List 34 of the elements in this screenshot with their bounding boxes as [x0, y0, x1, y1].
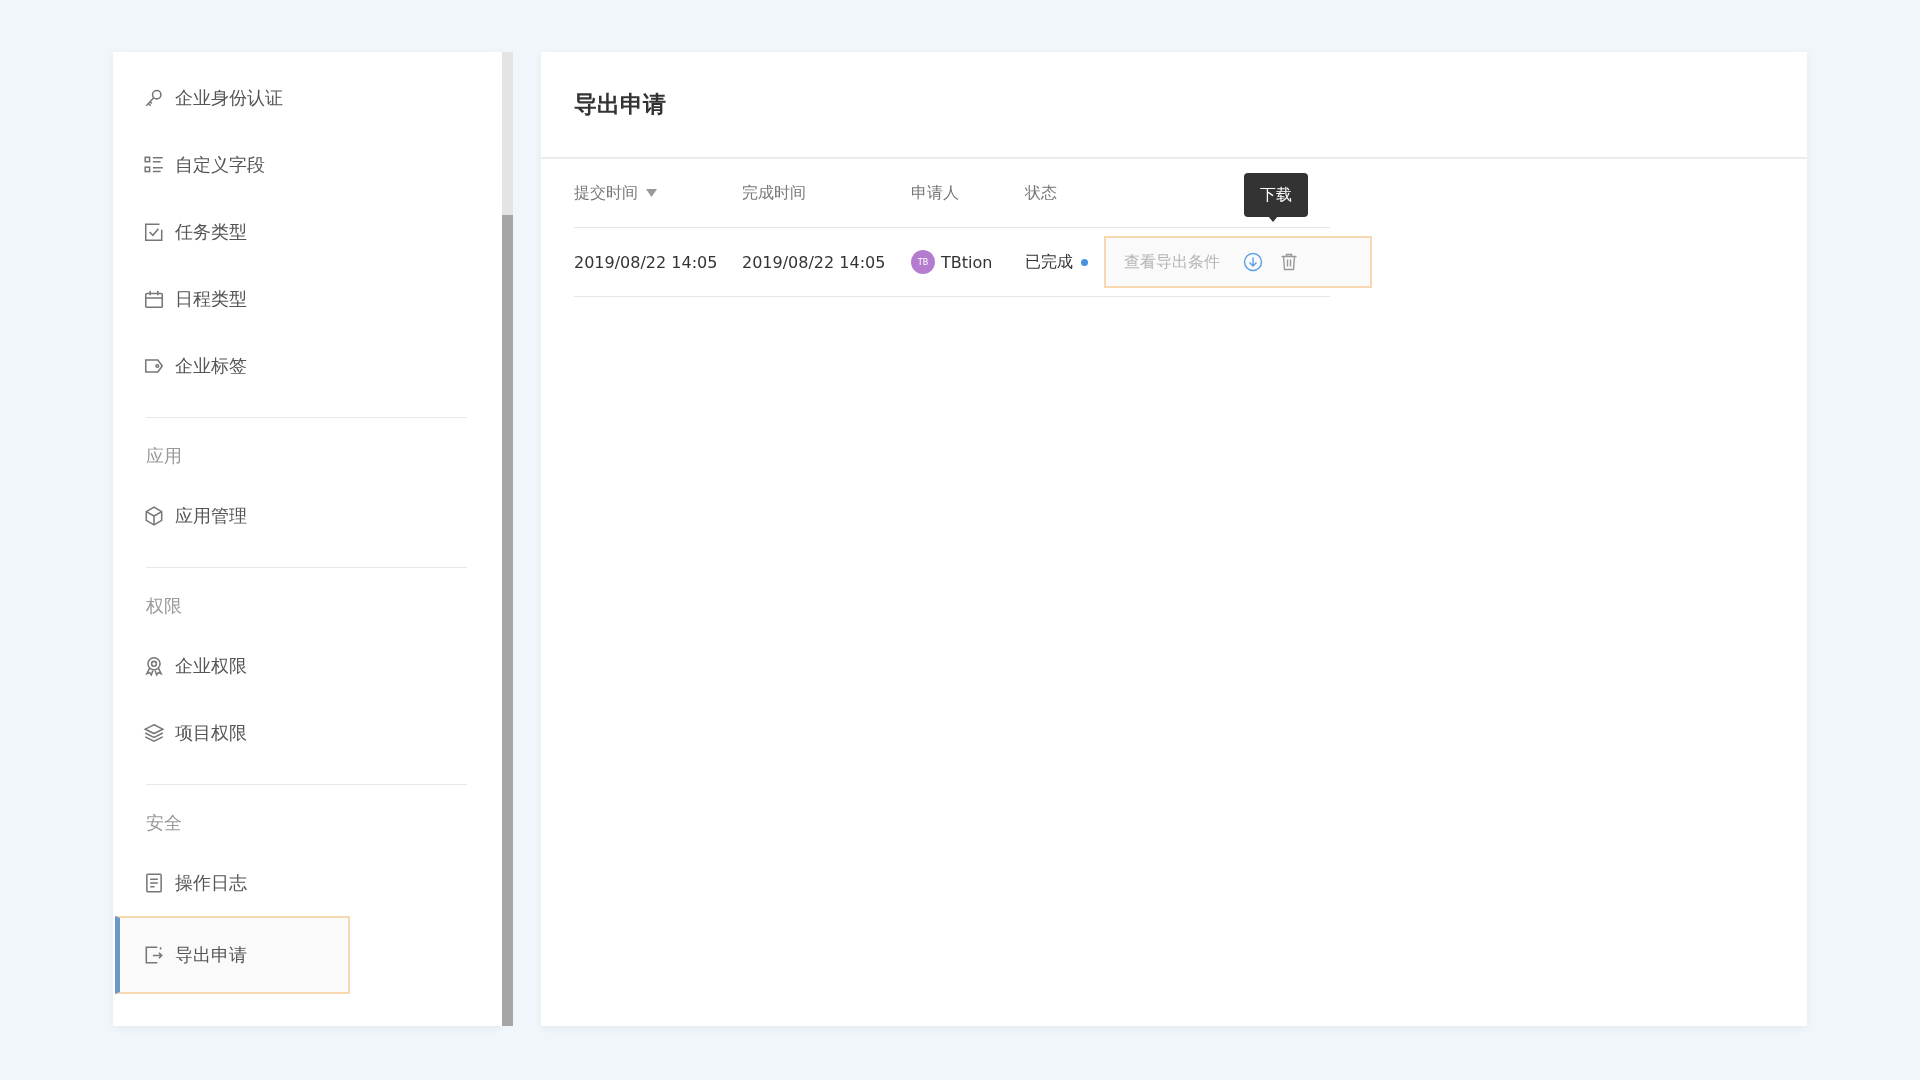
- table-cell-text: 2019/08/22 14:05: [574, 252, 719, 272]
- column-header[interactable]: 申请人: [911, 182, 1025, 204]
- section-title: 安全: [146, 812, 182, 833]
- sidebar-item[interactable]: 项目权限: [113, 699, 348, 766]
- status-dot: [1081, 258, 1088, 266]
- download-button[interactable]: [1242, 251, 1264, 273]
- avatar: TB: [911, 250, 935, 274]
- table-cell-text: 2019/08/22 14:05: [742, 252, 887, 272]
- sidebar-item[interactable]: 应用管理: [113, 482, 348, 549]
- status-text: 已完成: [1025, 251, 1073, 273]
- sidebar-item[interactable]: 企业标签: [113, 332, 348, 399]
- sidebar-item[interactable]: 日程类型: [113, 265, 348, 332]
- column-header[interactable]: 状态: [1025, 182, 1135, 204]
- scrollbar[interactable]: [502, 52, 513, 1026]
- sidebar-item[interactable]: 自定义字段: [113, 131, 348, 198]
- sort-caret-icon: [646, 189, 657, 197]
- page-title: 导出申请: [574, 90, 666, 119]
- layers-icon: [143, 721, 165, 744]
- cube-icon: [143, 504, 165, 527]
- badge-icon: [143, 654, 165, 677]
- export-icon: [143, 944, 165, 966]
- tooltip: 下载: [1244, 173, 1308, 217]
- section-title: 应用: [146, 445, 182, 466]
- sidebar-item[interactable]: 任务类型: [113, 198, 348, 265]
- document-icon: [143, 871, 165, 894]
- column-header[interactable]: 完成时间: [742, 182, 911, 204]
- sidebar-item[interactable]: 企业权限: [113, 632, 348, 699]
- section-title: 权限: [146, 595, 182, 616]
- sidebar-item[interactable]: 操作日志: [113, 849, 348, 916]
- applicant-name: TBtion: [941, 252, 993, 272]
- tooltip-arrow: [1268, 216, 1278, 222]
- sidebar-item[interactable]: 企业身份认证: [113, 64, 348, 131]
- sidebar-item[interactable]: 导出申请: [115, 916, 350, 994]
- column-header[interactable]: 提交时间: [574, 182, 742, 204]
